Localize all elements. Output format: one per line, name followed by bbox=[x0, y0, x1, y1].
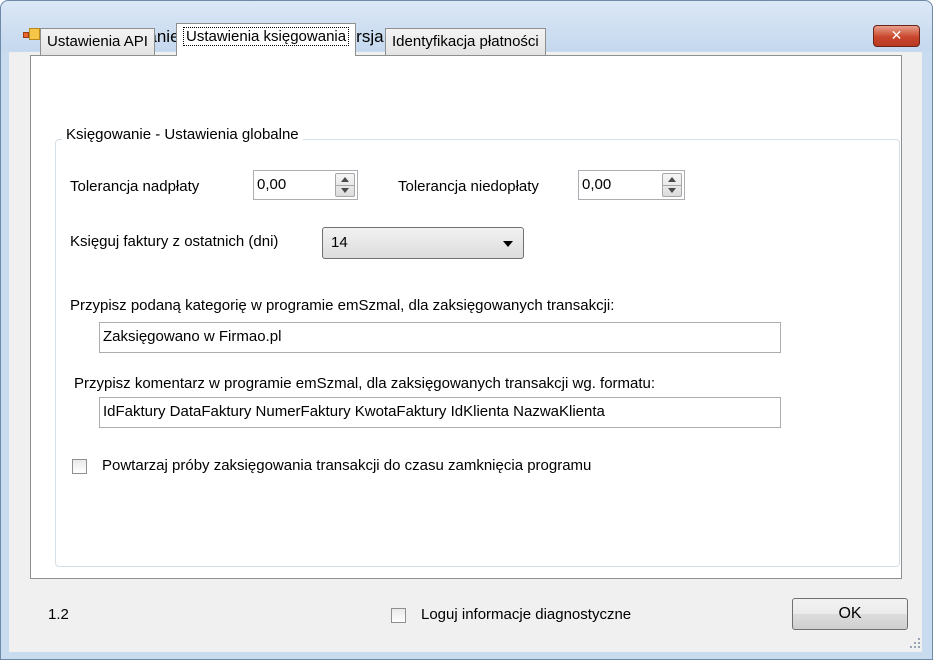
diagnostics-checkbox[interactable] bbox=[391, 608, 406, 623]
down-arrow-icon[interactable] bbox=[341, 188, 349, 193]
tab-label: Ustawienia księgowania bbox=[183, 27, 350, 46]
up-arrow-icon[interactable] bbox=[668, 177, 676, 182]
comment-format-input[interactable]: IdFaktury DataFaktury NumerFaktury Kwota… bbox=[99, 397, 781, 428]
spin-arrows[interactable] bbox=[662, 173, 682, 197]
close-button[interactable]: ✕ bbox=[873, 25, 920, 47]
ok-button[interactable]: OK bbox=[792, 598, 908, 630]
retry-checkbox[interactable] bbox=[72, 459, 87, 474]
resize-grip-icon[interactable] bbox=[910, 638, 920, 648]
global-settings-group bbox=[55, 139, 900, 567]
days-dropdown[interactable]: 14 bbox=[322, 227, 524, 259]
underpay-label: Tolerancja niedopłaty bbox=[398, 178, 539, 195]
version-label: 1.2 bbox=[48, 606, 69, 623]
overpay-value: 0,00 bbox=[257, 176, 287, 193]
retry-label: Powtarzaj próby zaksięgowania transakcji… bbox=[102, 457, 592, 474]
group-title: Księgowanie - Ustawienia globalne bbox=[62, 126, 303, 143]
tab-ustawienia-ksiegowania[interactable]: Ustawienia księgowania bbox=[176, 23, 357, 56]
tab-label: Ustawienia API bbox=[47, 33, 148, 50]
underpay-stepper[interactable]: 0,00 bbox=[578, 170, 685, 200]
tab-identyfikacja-platnosci[interactable]: Identyfikacja płatności bbox=[385, 28, 546, 57]
diagnostics-label: Loguj informacje diagnostyczne bbox=[421, 606, 632, 623]
days-value: 14 bbox=[331, 234, 348, 251]
comment-label: Przypisz komentarz w programie emSzmal, … bbox=[74, 375, 656, 392]
category-input[interactable]: Zaksięgowano w Firmao.pl bbox=[99, 322, 781, 353]
days-label: Księguj faktury z ostatnich (dni) bbox=[70, 233, 279, 250]
spin-arrows[interactable] bbox=[335, 173, 355, 197]
category-label: Przypisz podaną kategorię w programie em… bbox=[70, 297, 615, 314]
app-icon bbox=[23, 28, 41, 42]
underpay-value: 0,00 bbox=[582, 176, 612, 193]
tab-label: Identyfikacja płatności bbox=[392, 33, 539, 50]
down-arrow-icon[interactable] bbox=[668, 188, 676, 193]
up-arrow-icon[interactable] bbox=[341, 177, 349, 182]
tab-ustawienia-api[interactable]: Ustawienia API bbox=[40, 28, 155, 57]
chevron-down-icon bbox=[503, 241, 513, 247]
overpay-label: Tolerancja nadpłaty bbox=[70, 178, 200, 195]
overpay-stepper[interactable]: 0,00 bbox=[253, 170, 358, 200]
